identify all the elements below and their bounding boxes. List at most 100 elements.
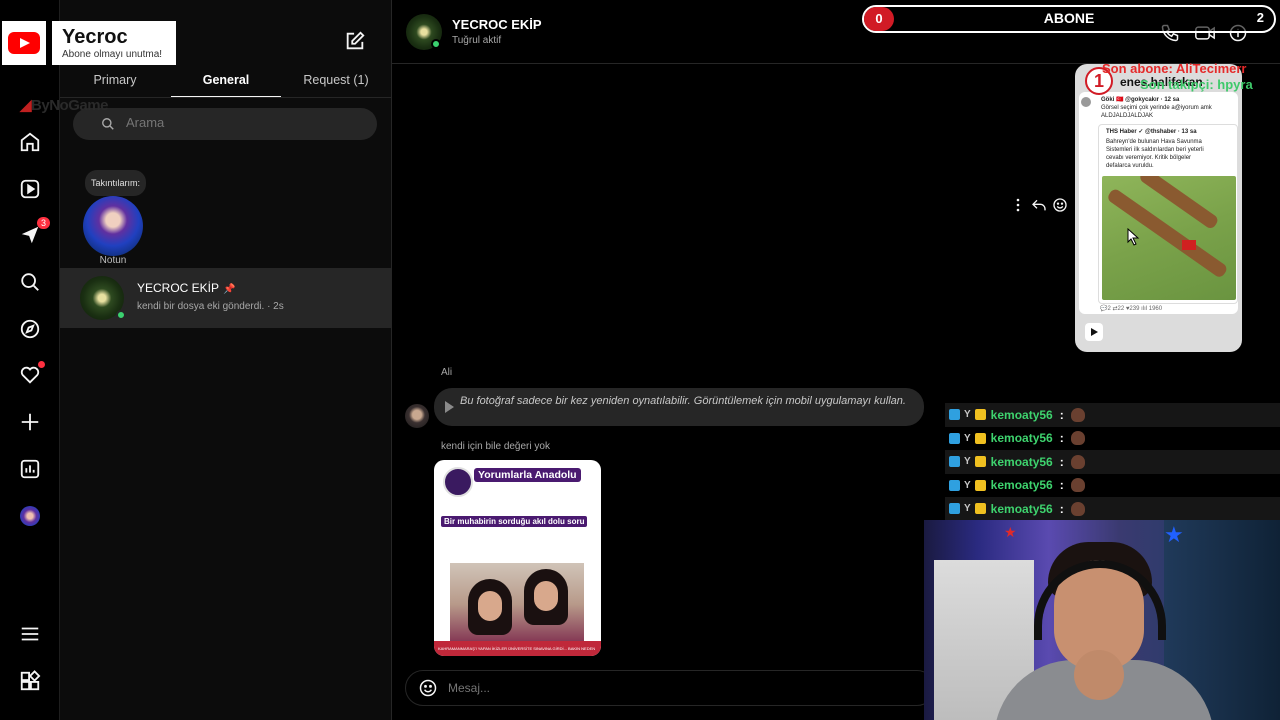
- inbox-tabs: Primary General Request (1): [60, 70, 392, 98]
- chat-user: kemoaty56: [990, 431, 1053, 446]
- create-icon[interactable]: [18, 410, 42, 434]
- emote-icon: [1070, 407, 1085, 422]
- quoted-author: THS Haber ✓ @thshaber · 13 sa: [1106, 129, 1197, 135]
- chat-line: Ykemoaty56:: [945, 403, 1280, 427]
- chat-sep: :: [1059, 454, 1064, 469]
- reels-icon[interactable]: [18, 177, 42, 201]
- meme-logo: [443, 467, 473, 497]
- note-avatar[interactable]: [83, 196, 143, 256]
- latest-follower: Son takipçi: hpyra: [1140, 77, 1253, 92]
- chat-sep: :: [1059, 478, 1064, 493]
- emote-icon: [1070, 478, 1085, 493]
- message-sender: Ali: [441, 367, 453, 378]
- y-badge-icon: Y: [964, 409, 971, 421]
- cursor-icon: [1127, 228, 1140, 246]
- view-once-message[interactable]: Bu fotoğraf sadece bir kez yeniden oynat…: [434, 388, 924, 426]
- chat-sep: :: [1059, 501, 1064, 516]
- emote-icon: [1070, 501, 1085, 516]
- chat-title[interactable]: YECROC EKİP: [452, 17, 542, 32]
- activity-dot: [38, 361, 45, 368]
- search-box: [73, 108, 377, 140]
- emote-icon: [1070, 431, 1085, 446]
- explore-icon[interactable]: [18, 317, 42, 341]
- meme-band: KAHRAMANMARAŞ'I YAPAN İKİZLER ÜNİVERSİTE…: [434, 641, 601, 656]
- search-input[interactable]: [126, 115, 356, 130]
- heart-icon[interactable]: [18, 361, 45, 387]
- meme-caption: Bir muhabirin sorduğu akıl dolu soru: [441, 516, 588, 527]
- chat-sep: :: [1059, 431, 1064, 446]
- chat-status: Tuğrul aktif: [452, 35, 502, 46]
- tab-primary[interactable]: Primary: [60, 73, 170, 87]
- watermark: ◢ByNoGame: [20, 96, 108, 114]
- reply-label: kendi için bile değeri yok: [441, 441, 550, 452]
- meme-photo: [450, 563, 584, 645]
- menu-icon[interactable]: [18, 622, 42, 646]
- new-message-icon[interactable]: [344, 30, 366, 52]
- chat-user: kemoaty56: [990, 478, 1053, 493]
- search-icon[interactable]: [18, 270, 42, 294]
- inbox-panel: Primary General Request (1) Takıntılarım…: [60, 0, 392, 720]
- tab-general[interactable]: General: [171, 73, 281, 87]
- apps-icon[interactable]: [18, 669, 42, 693]
- youtube-logo: [2, 21, 46, 65]
- badge-icon: [949, 409, 960, 421]
- conversation-item[interactable]: YECROC EKİP 📌 kendi bir dosya eki gönderd…: [60, 268, 392, 328]
- chat-line: Ykemoaty56:: [945, 474, 1280, 498]
- tweet-text: Görsel seçimi çok yerinde a@iyorum amk A…: [1101, 105, 1212, 119]
- stream-chat: Ykemoaty56: Ykemoaty56: Ykemoaty56: Ykem…: [945, 403, 1280, 521]
- profile-avatar[interactable]: [18, 504, 42, 528]
- tweet-avatar: [1081, 97, 1091, 107]
- tab-requests[interactable]: Request (1): [281, 73, 391, 87]
- view-once-text: Bu fotoğraf sadece bir kez yeniden oynat…: [460, 395, 906, 407]
- chat-user: kemoaty56: [990, 407, 1053, 422]
- chat-line: Ykemoaty56:: [945, 450, 1280, 474]
- reel-play-icon[interactable]: [1085, 323, 1103, 341]
- dashboard-icon[interactable]: [18, 457, 42, 481]
- chat-user: kemoaty56: [990, 501, 1053, 516]
- latest-subscriber: Son abone: AliTecimerr: [1102, 61, 1247, 76]
- play-icon: [445, 401, 454, 413]
- y-badge-icon: Y: [964, 503, 971, 515]
- y-badge-icon: Y: [964, 432, 971, 444]
- chat-line: Ykemoaty56:: [945, 497, 1280, 521]
- notification-badge: 3: [36, 217, 50, 229]
- channel-name: Yecroc: [62, 26, 128, 48]
- react-emoji-icon[interactable]: [1052, 197, 1068, 213]
- online-indicator: [431, 39, 441, 49]
- subscriber-goal-label: ABONE: [1043, 10, 1095, 26]
- badge-icon: [949, 432, 960, 444]
- messages-icon[interactable]: 3: [18, 217, 50, 247]
- star-icon: ★: [1164, 522, 1184, 547]
- badge-icon: [949, 456, 960, 468]
- watermark-text: ByNoGame: [31, 97, 108, 114]
- crown-icon: [974, 409, 986, 421]
- crown-icon: [974, 456, 986, 468]
- pin-icon: 📌: [223, 284, 236, 295]
- screen: 3 Primary General Request (1) Arama Takı…: [0, 0, 1280, 720]
- chat-user: kemoaty56: [990, 454, 1053, 469]
- message-actions: [1012, 197, 1072, 213]
- channel-tagline: Abone olmayı unutma!: [62, 49, 163, 60]
- message-composer: [405, 670, 935, 706]
- emoji-icon[interactable]: [418, 678, 438, 698]
- reply-icon[interactable]: [1031, 197, 1047, 213]
- y-badge-icon: Y: [964, 456, 971, 468]
- crown-icon: [974, 479, 986, 491]
- subscriber-goal-target: 2: [1256, 10, 1264, 25]
- crown-icon: [974, 432, 986, 444]
- message-input[interactable]: [448, 681, 848, 695]
- quoted-text: Bahreyn'de bulunan Hava Savunma Sistemle…: [1106, 139, 1204, 169]
- badge-icon: [949, 503, 960, 515]
- webcam-overlay: ★ ★: [924, 520, 1280, 720]
- note-label: Notun: [99, 255, 127, 266]
- conversation-name: YECROC EKİP: [137, 281, 220, 295]
- more-options-icon[interactable]: [1012, 197, 1024, 213]
- crown-icon: [974, 503, 986, 515]
- badge-icon: [949, 479, 960, 491]
- conversation-name-row: YECROC EKİP 📌: [137, 281, 235, 295]
- image-message[interactable]: Yorumlarla Anadolu Bir muhabirin sorduğu…: [434, 460, 601, 656]
- star-icon: ★: [1004, 524, 1017, 540]
- sender-avatar[interactable]: [405, 404, 429, 428]
- home-icon[interactable]: [18, 130, 42, 154]
- watermark-mark: ◢: [20, 97, 32, 114]
